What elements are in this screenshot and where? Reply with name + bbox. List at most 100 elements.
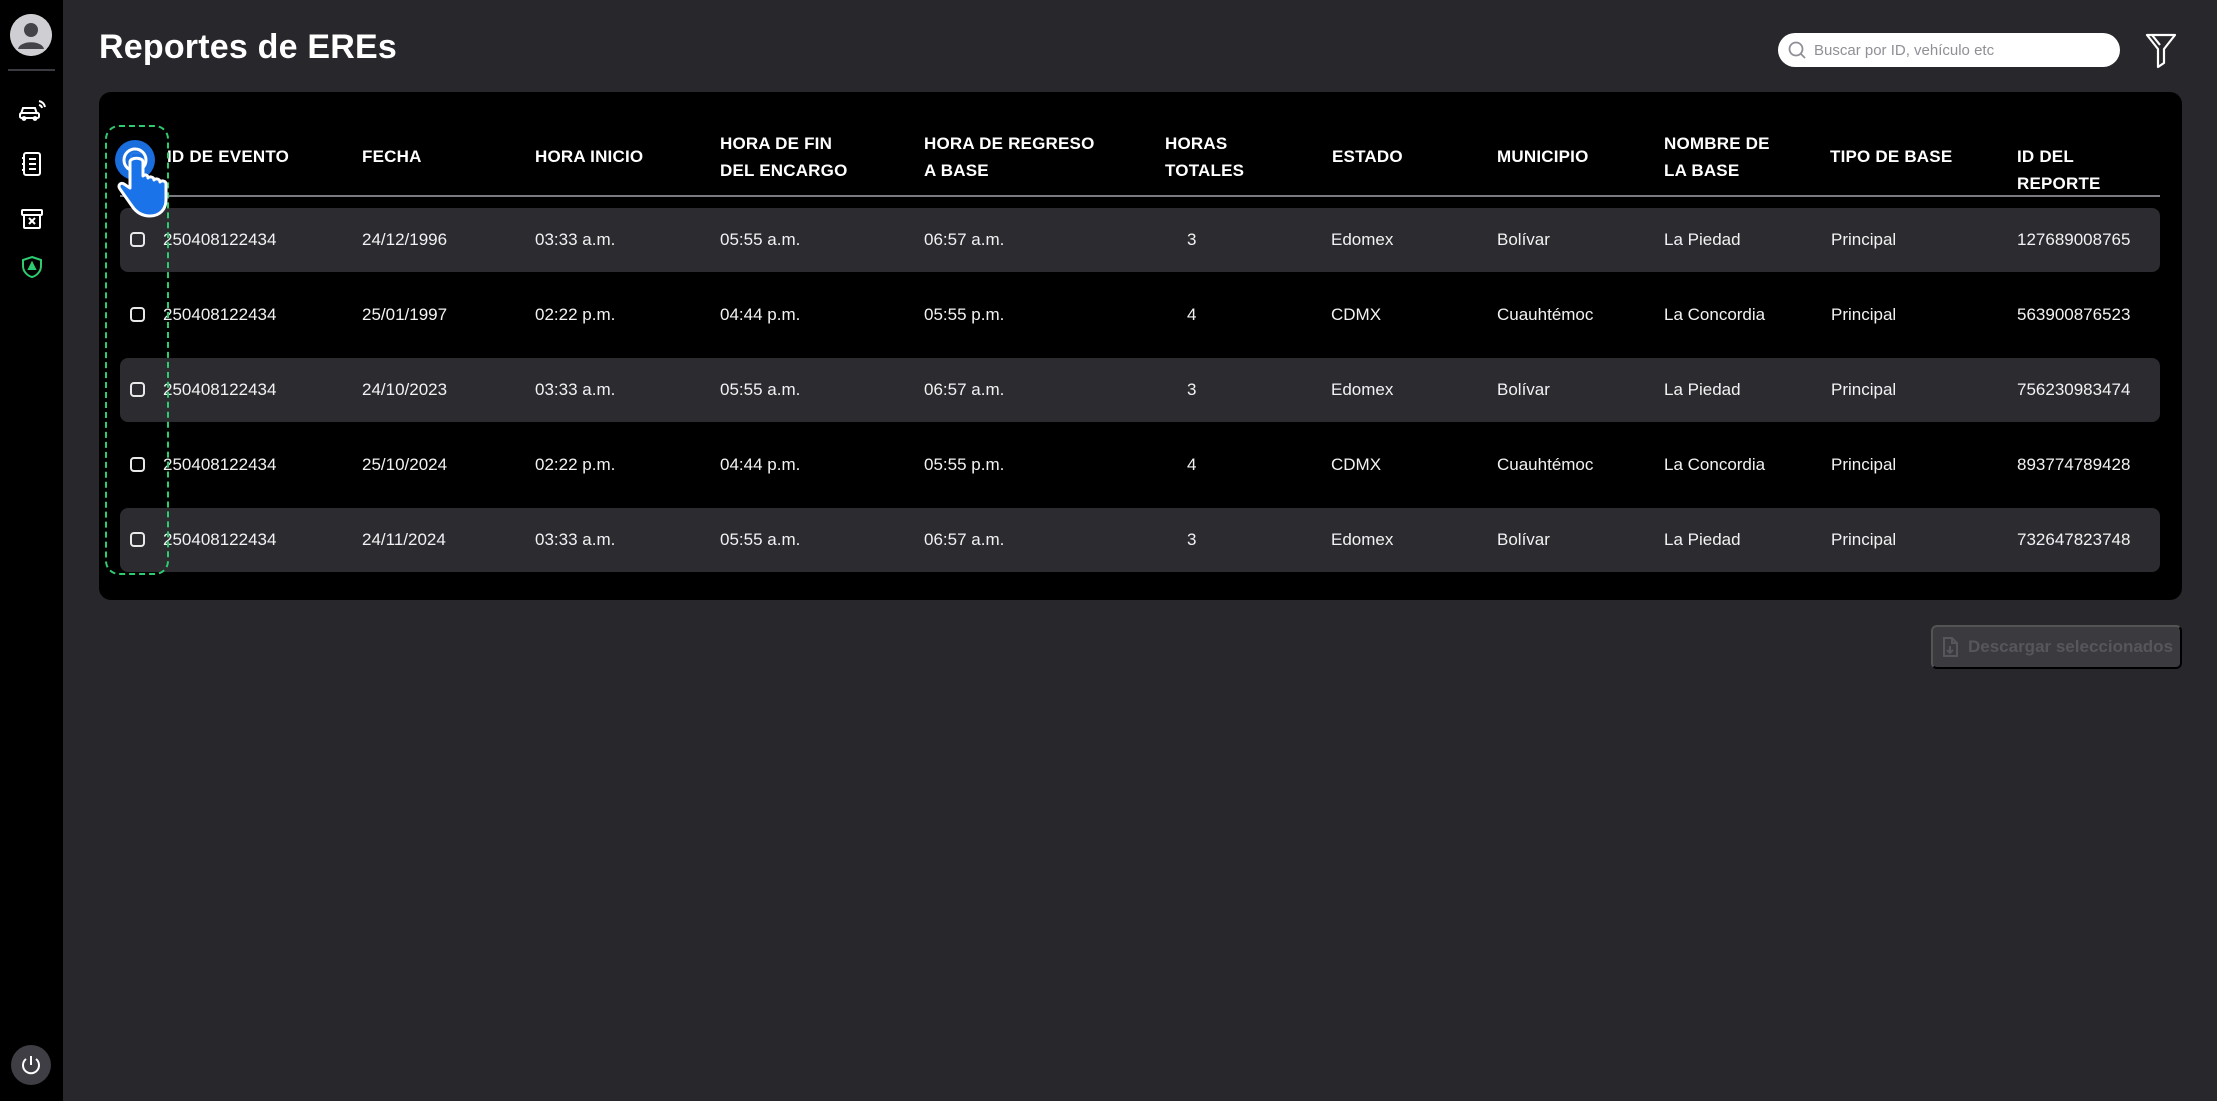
cell-nombre-base: La Piedad [1664, 230, 1741, 249]
cell-hora-inicio: 02:22 p.m. [535, 305, 616, 324]
cell-hora-regreso: 05:55 p.m. [924, 305, 1005, 324]
table-row[interactable]: 250408122434 24/12/1996 03:33 a.m. 05:55… [120, 208, 2160, 272]
cell-fecha: 24/11/2024 [362, 530, 446, 549]
cell-nombre-base: La Concordia [1664, 305, 1766, 324]
cell-nombre-base: La Piedad [1664, 380, 1741, 399]
cell-fecha: 24/10/2023 [362, 380, 448, 399]
cell-fecha: 25/10/2024 [362, 455, 448, 474]
cell-id-evento: 250408122434 [163, 380, 277, 399]
col-header-estado[interactable]: ESTADO [1332, 143, 1403, 170]
cell-municipio: Cuauhtémoc [1497, 305, 1594, 324]
cell-tipo-base: Principal [1831, 230, 1897, 249]
cell-tipo-base: Principal [1831, 530, 1897, 549]
table-row[interactable]: 250408122434 24/10/2023 03:33 a.m. 05:55… [120, 358, 2160, 422]
cell-hora-regreso: 06:57 a.m. [924, 230, 1005, 249]
col-header-hora-inicio[interactable]: HORA INICIO [535, 143, 643, 170]
cell-id-evento: 250408122434 [163, 305, 277, 324]
cell-hora-inicio: 02:22 p.m. [535, 455, 616, 474]
cell-hora-fin: 04:44 p.m. [720, 455, 801, 474]
page-title: Reportes de EREs [99, 28, 397, 66]
sidebar-item-vehicles[interactable] [0, 88, 63, 132]
table-header: ID DE EVENTO FECHA HORA INICIO HORA DE F… [120, 120, 2160, 196]
cell-nombre-base: La Concordia [1664, 455, 1766, 474]
cell-municipio: Bolívar [1497, 230, 1550, 249]
header-divider [120, 195, 2160, 197]
filter-funnel-icon [2145, 33, 2177, 69]
cell-horas-totales: 3 [1187, 380, 1197, 399]
user-avatar-icon[interactable] [10, 14, 52, 56]
cell-tipo-base: Principal [1831, 305, 1897, 324]
table-row[interactable]: 250408122434 24/11/2024 03:33 a.m. 05:55… [120, 508, 2160, 572]
search-icon [1788, 41, 1806, 59]
row-checkbox[interactable] [130, 457, 145, 472]
cell-hora-inicio: 03:33 a.m. [535, 530, 616, 549]
col-header-fecha[interactable]: FECHA [362, 143, 422, 170]
col-header-hora-regreso-line2: A BASE [924, 161, 989, 180]
cell-hora-regreso: 06:57 a.m. [924, 530, 1005, 549]
cell-id-reporte: 563900876523 [2017, 305, 2131, 324]
row-checkbox[interactable] [130, 232, 145, 247]
cell-fecha: 25/01/1997 [362, 305, 448, 324]
cell-municipio: Cuauhtémoc [1497, 455, 1594, 474]
row-checkbox[interactable] [130, 382, 145, 397]
sidebar-divider [8, 69, 55, 71]
vehicle-signal-icon [18, 100, 46, 121]
table-row[interactable]: 250408122434 25/10/2024 02:22 p.m. 04:44… [120, 433, 2160, 497]
cell-fecha: 24/12/1996 [362, 230, 448, 249]
col-header-horas-totales[interactable]: HORAS TOTALES [1165, 130, 1244, 184]
download-file-icon [1942, 637, 1958, 657]
cell-id-reporte: 732647823748 [2017, 530, 2131, 549]
row-checkbox[interactable] [130, 532, 145, 547]
cell-hora-regreso: 06:57 a.m. [924, 380, 1005, 399]
sidebar-item-archive[interactable] [0, 197, 63, 241]
row-checkbox[interactable] [130, 307, 145, 322]
cell-id-evento: 250408122434 [163, 455, 277, 474]
col-header-hora-fin[interactable]: HORA DE FIN DEL ENCARGO [720, 130, 848, 184]
power-button[interactable] [11, 1045, 51, 1085]
cell-municipio: Bolívar [1497, 530, 1550, 549]
col-header-tipo-base[interactable]: TIPO DE BASE [1830, 143, 1952, 170]
col-header-municipio[interactable]: MUNICIPIO [1497, 143, 1589, 170]
cell-hora-fin: 05:55 a.m. [720, 530, 801, 549]
archive-box-x-icon [20, 209, 43, 229]
cell-id-reporte: 893774789428 [2017, 455, 2131, 474]
cell-hora-regreso: 05:55 p.m. [924, 455, 1005, 474]
search-input[interactable] [1814, 41, 2104, 59]
col-header-hora-fin-line2: DEL ENCARGO [720, 161, 848, 180]
search-box[interactable] [1778, 33, 2120, 67]
cell-id-reporte: 756230983474 [2017, 380, 2131, 399]
sidebar-item-reports[interactable] [0, 142, 63, 186]
cell-hora-fin: 05:55 a.m. [720, 380, 801, 399]
cell-tipo-base: Principal [1831, 380, 1897, 399]
report-list-icon [21, 152, 41, 176]
col-header-nombre-base[interactable]: NOMBRE DE LA BASE [1664, 130, 1770, 184]
shield-badge-icon [21, 255, 42, 279]
col-header-horas-totales-line2: TOTALES [1165, 161, 1245, 180]
cell-hora-fin: 04:44 p.m. [720, 305, 801, 324]
cell-id-evento: 250408122434 [163, 530, 277, 549]
filter-button[interactable] [2142, 29, 2180, 71]
cell-horas-totales: 3 [1187, 230, 1197, 249]
cell-estado: Edomex [1331, 530, 1394, 549]
cell-estado: Edomex [1331, 230, 1394, 249]
cell-municipio: Bolívar [1497, 380, 1550, 399]
cell-horas-totales: 4 [1187, 305, 1197, 324]
col-header-hora-regreso-line1: HORA DE REGRESO [924, 134, 1095, 153]
col-header-horas-totales-line1: HORAS [1165, 134, 1228, 153]
select-all-checkbox[interactable] [130, 152, 145, 167]
cell-id-evento: 250408122434 [163, 230, 277, 249]
col-header-nombre-base-line2: LA BASE [1664, 161, 1740, 180]
cell-horas-totales: 3 [1187, 530, 1197, 549]
col-header-nombre-base-line1: NOMBRE DE [1664, 134, 1770, 153]
sidebar-item-security[interactable] [0, 245, 63, 289]
col-header-id-reporte[interactable]: ID DEL REPORTE [2017, 143, 2160, 197]
sidebar [0, 0, 63, 1101]
col-header-id-evento[interactable]: ID DE EVENTO [167, 143, 289, 170]
cell-estado: CDMX [1331, 305, 1382, 324]
download-selected-button[interactable]: Descargar seleccionados [1931, 625, 2182, 669]
table-row[interactable]: 250408122434 25/01/1997 02:22 p.m. 04:44… [120, 283, 2160, 347]
col-header-hora-regreso[interactable]: HORA DE REGRESO A BASE [924, 130, 1095, 184]
cell-tipo-base: Principal [1831, 455, 1897, 474]
cell-horas-totales: 4 [1187, 455, 1197, 474]
cell-estado: CDMX [1331, 455, 1382, 474]
